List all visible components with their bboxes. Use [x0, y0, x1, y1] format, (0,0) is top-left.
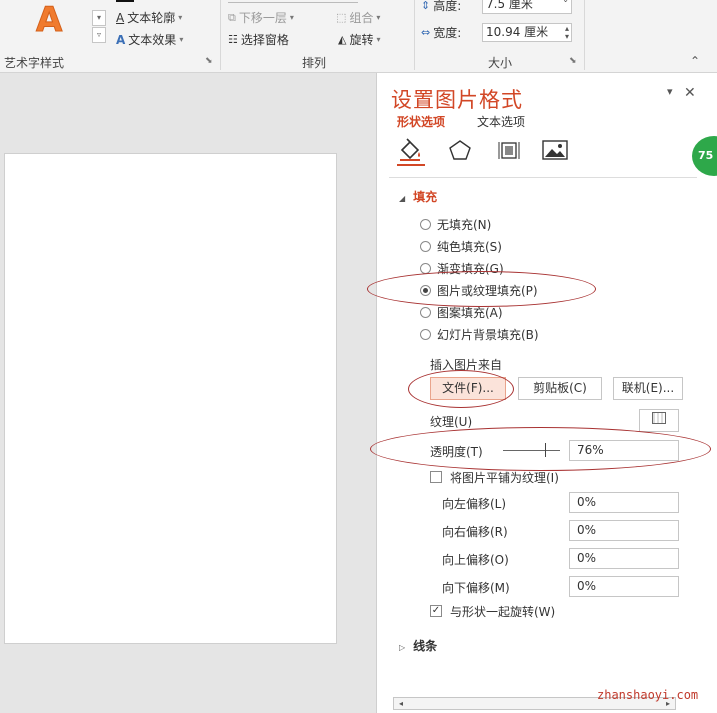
- send-backward-icon: ⧉: [228, 10, 236, 24]
- size-properties-icon: [498, 142, 520, 159]
- picture-icon: [542, 140, 568, 160]
- dialog-launcher-icon[interactable]: ⬊: [569, 56, 577, 66]
- rotate-with-shape-label: 与形状一起旋转(W): [450, 605, 556, 619]
- scroll-left-icon[interactable]: ◂: [394, 698, 408, 709]
- line-section-header[interactable]: ▷ 线条: [399, 637, 437, 654]
- pane-divider: [389, 177, 697, 178]
- texture-dropdown[interactable]: [639, 409, 679, 432]
- chevron-down-icon: ▾: [376, 35, 381, 44]
- rotate-icon: ◭: [338, 33, 347, 46]
- fill-line-tab[interactable]: [397, 138, 425, 166]
- clipboard-button[interactable]: 剪贴板(C): [518, 377, 602, 400]
- ribbon: A ▾ ▿ A 文本轮廓 ▾ A 文本效果 ▾ 艺术字样式 ⬊ ⧉ 下移一层 ▾ ⬚ …: [0, 0, 717, 73]
- height-label: ⇕ 高度:: [421, 0, 462, 13]
- tile-label: 将图片平铺为纹理(I): [450, 471, 559, 485]
- size-group-label: 大小: [488, 56, 513, 70]
- selection-pane-icon: ☷: [228, 33, 238, 46]
- annotation-ellipse-picture-fill: [367, 271, 596, 307]
- fill-option-solid[interactable]: 纯色填充(S): [420, 238, 502, 255]
- chevron-down-icon: ▾: [289, 13, 294, 22]
- height-icon: ⇕: [421, 0, 431, 12]
- tile-checkbox[interactable]: [430, 471, 442, 483]
- wordart-gallery-down[interactable]: ▾: [92, 10, 106, 26]
- selection-pane-button[interactable]: ☷ 选择窗格: [228, 31, 289, 48]
- group-button[interactable]: ⬚ 组合 ▾: [336, 9, 380, 26]
- pentagon-icon: [449, 140, 471, 160]
- spinner-icon[interactable]: ⌄: [562, 0, 569, 4]
- ribbon-separator: [414, 0, 415, 70]
- size-properties-tab[interactable]: [495, 138, 523, 166]
- radio-button[interactable]: [420, 329, 431, 340]
- slide[interactable]: [4, 153, 337, 644]
- collapse-triangle-icon: ◢: [399, 194, 406, 203]
- rotate-with-shape-checkbox[interactable]: ✓: [430, 605, 442, 617]
- text-effects-button[interactable]: A 文本效果 ▾: [116, 31, 183, 48]
- close-icon[interactable]: ✕: [684, 85, 696, 101]
- height-input[interactable]: 7.5 厘米 ⌄: [482, 0, 572, 14]
- ribbon-separator: [220, 0, 221, 70]
- wordart-group-label: 艺术字样式: [4, 56, 65, 70]
- fill-option-none[interactable]: 无填充(N): [420, 216, 491, 233]
- text-outline-icon: A: [116, 10, 125, 25]
- chevron-down-icon: ▾: [179, 35, 184, 44]
- offset-bottom-input[interactable]: 0%: [569, 576, 679, 597]
- text-fill-icon[interactable]: [116, 0, 134, 2]
- rotate-button[interactable]: ◭ 旋转 ▾: [338, 31, 381, 48]
- pane-title: 设置图片格式: [391, 88, 523, 112]
- ribbon-separator: [584, 0, 585, 70]
- radio-button[interactable]: [420, 219, 431, 230]
- dialog-launcher-icon[interactable]: ⬊: [205, 56, 213, 66]
- effects-tab[interactable]: [446, 138, 474, 166]
- expand-triangle-icon: ▷: [399, 643, 406, 652]
- tab-shape-options[interactable]: 形状选项: [397, 113, 445, 130]
- tab-text-options[interactable]: 文本选项: [477, 113, 525, 130]
- wordart-gallery-more[interactable]: ▿: [92, 27, 106, 43]
- fill-option-slide-background[interactable]: 幻灯片背景填充(B): [420, 326, 539, 343]
- fill-section-header[interactable]: ◢ 填充: [399, 188, 437, 205]
- group-icon: ⬚: [336, 11, 347, 24]
- texture-label: 纹理(U): [430, 415, 473, 429]
- offset-left-label: 向左偏移(L): [442, 497, 507, 511]
- picture-tab[interactable]: [541, 138, 569, 166]
- radio-button[interactable]: [420, 307, 431, 318]
- width-input[interactable]: 10.94 厘米 ▴ ▾: [482, 23, 572, 42]
- bring-forward-partial: [228, 0, 358, 3]
- paint-bucket-icon: [400, 138, 420, 161]
- arrange-group-label: 排列: [302, 56, 327, 70]
- collapse-ribbon-icon[interactable]: ⌃: [690, 54, 700, 68]
- watermark: zhanshaoyi.com: [597, 688, 699, 702]
- pane-options-icon[interactable]: ▾: [667, 85, 673, 98]
- wordart-quick-style-icon[interactable]: A: [35, 2, 62, 39]
- online-button[interactable]: 联机(E)...: [613, 377, 683, 400]
- text-effects-icon: A: [116, 32, 126, 47]
- offset-right-label: 向右偏移(R): [442, 525, 508, 539]
- offset-top-label: 向上偏移(O): [442, 553, 509, 567]
- offset-bottom-label: 向下偏移(M): [442, 581, 510, 595]
- annotation-ellipse-file-button: [408, 370, 514, 408]
- chevron-down-icon: ▾: [376, 13, 381, 22]
- texture-grid-icon: [652, 412, 666, 424]
- radio-button[interactable]: [420, 241, 431, 252]
- text-outline-button[interactable]: A 文本轮廓 ▾: [116, 9, 182, 26]
- spinner-icon[interactable]: ▴ ▾: [565, 25, 569, 41]
- width-label: ⇔ 宽度:: [421, 26, 462, 40]
- chevron-down-icon: ▾: [178, 13, 183, 22]
- annotation-ellipse-transparency: [370, 427, 711, 471]
- offset-right-input[interactable]: 0%: [569, 520, 679, 541]
- offset-top-input[interactable]: 0%: [569, 548, 679, 569]
- offset-left-input[interactable]: 0%: [569, 492, 679, 513]
- send-backward-button[interactable]: ⧉ 下移一层 ▾: [228, 9, 294, 26]
- width-icon: ⇔: [421, 26, 431, 39]
